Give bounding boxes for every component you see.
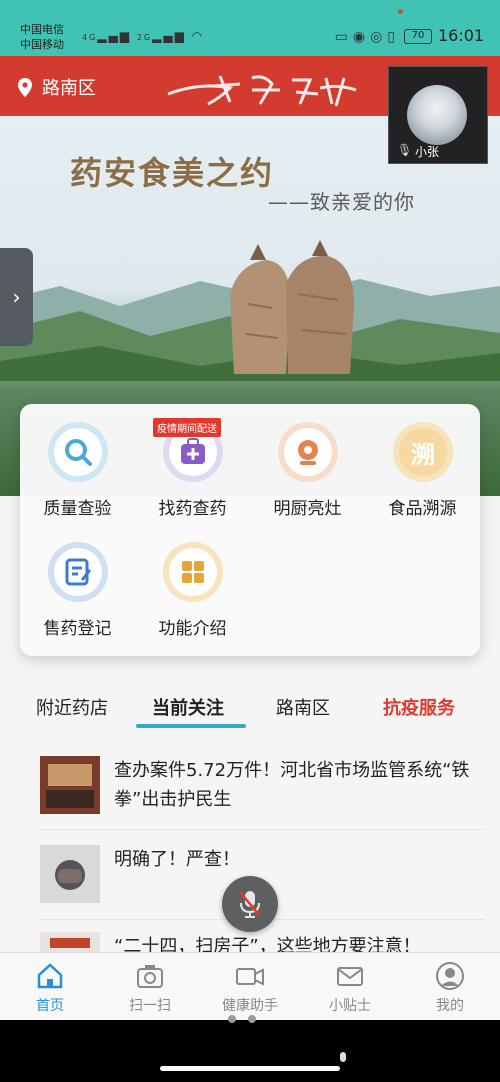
function-label: 食品溯源 — [388, 499, 457, 519]
carrier-info: 中国电信 中国移动 — [20, 22, 64, 52]
grid-icon — [163, 542, 223, 602]
nav-home[interactable]: 首页 — [0, 961, 100, 1015]
nav-label: 我的 — [436, 998, 464, 1014]
tab-epidemic-service[interactable]: 抗疫服务 — [383, 694, 455, 720]
function-find-medicine[interactable]: 疫情期间配送 找药查药 — [135, 404, 250, 524]
signal-icons: 4G▂▄▆ 2G▂▄▆ ◠ — [82, 29, 204, 43]
home-icon — [37, 963, 63, 989]
eye-icon: ◉ — [352, 29, 371, 45]
nav-label: 小贴士 — [329, 998, 371, 1014]
user-icon — [436, 962, 464, 990]
avatar — [407, 85, 467, 145]
notification-dot — [398, 9, 403, 14]
tab-lunan-district[interactable]: 路南区 — [276, 694, 330, 720]
nav-profile[interactable]: 我的 — [400, 961, 500, 1015]
hero-subtitle: ——致亲爱的你 — [268, 190, 415, 214]
mail-icon — [337, 967, 363, 986]
home-gesture-bar[interactable] — [160, 1066, 340, 1071]
carrier-1: 中国电信 — [20, 23, 64, 36]
caller-name: 小张 — [415, 145, 440, 159]
function-grid: 质量查验 疫情期间配送 找药查药 明厨亮灶 溯 食品溯源 售药登记 功能介绍 — [20, 404, 480, 656]
news-tabs: 附近药店 当前关注 路南区 抗疫服务 — [0, 688, 500, 732]
video-call-thumbnail[interactable]: 🎙 小张 — [388, 66, 488, 164]
clock: 16:01 — [438, 26, 485, 45]
cast-icon: ▭ — [334, 29, 353, 45]
trace-glyph: 溯 — [411, 441, 435, 469]
function-label: 找药查药 — [158, 499, 227, 519]
function-introduction[interactable]: 功能介绍 — [135, 524, 250, 644]
news-title: “二十四，扫房子”，这些地方要注意！ — [114, 936, 421, 952]
list-item[interactable]: 查办案件5.72万件！河北省市场监管系统“铁拳”出击护民生 — [40, 744, 484, 830]
function-food-trace[interactable]: 溯 食品溯源 — [365, 404, 480, 524]
location-icon: ◎ — [370, 29, 388, 45]
news-title: 查办案件5.72万件！河北省市场监管系统“铁拳”出击护民生 — [114, 760, 470, 810]
page-indicator — [228, 1008, 278, 1023]
system-icons: ▭◉◎▯ — [335, 29, 400, 45]
vibrate-icon: ▯ — [387, 29, 400, 45]
camera-icon — [137, 965, 163, 988]
news-title: 明确了！严查！ — [114, 849, 240, 870]
function-label: 功能介绍 — [158, 619, 227, 639]
news-thumbnail — [40, 756, 100, 814]
nav-label: 首页 — [36, 998, 64, 1014]
mic-muted-icon: 🎙 — [397, 143, 413, 157]
battery-icon: 70 — [404, 29, 432, 44]
function-label: 售药登记 — [43, 619, 112, 639]
carrier-2: 中国移动 — [20, 38, 64, 51]
signal-bars-2-icon: ▂▄▆ — [152, 29, 186, 43]
tab-nearby-pharmacy[interactable]: 附近药店 — [36, 694, 108, 720]
video-icon — [236, 968, 264, 986]
active-tab-indicator — [136, 724, 246, 728]
chevron-right-icon: › — [12, 285, 21, 309]
function-label: 质量查验 — [43, 499, 112, 519]
news-thumbnail — [40, 845, 100, 903]
nav-scan[interactable]: 扫一扫 — [100, 961, 200, 1015]
news-thumbnail — [40, 932, 100, 952]
tab-current-focus[interactable]: 当前关注 — [152, 694, 224, 720]
rock-formation-illustration — [230, 240, 354, 374]
wifi-icon: ◠ — [191, 29, 205, 43]
indicator-dot — [340, 1052, 346, 1062]
mic-off-icon — [239, 891, 261, 918]
function-quality-check[interactable]: 质量查验 — [20, 404, 135, 524]
function-label: 明厨亮灶 — [273, 499, 342, 519]
nav-label: 扫一扫 — [129, 998, 171, 1014]
delivery-badge: 疫情期间配送 — [153, 418, 221, 437]
search-icon — [48, 422, 108, 482]
voice-assistant-button[interactable] — [222, 876, 278, 932]
signal-1-label: 4G — [82, 33, 98, 42]
hero-title: 药安食美之约 — [70, 154, 275, 192]
nav-health-assistant[interactable]: 健康助手 — [200, 961, 300, 1015]
signal-bars-icon: ▂▄▆ — [97, 29, 131, 43]
status-bar: 中国电信 中国移动 4G▂▄▆ 2G▂▄▆ ◠ ▭◉◎▯ 70 16:01 — [0, 0, 500, 56]
battery-level: 70 — [411, 30, 425, 41]
register-icon — [48, 542, 108, 602]
location-pin-icon[interactable] — [18, 78, 32, 97]
banner-logo — [167, 75, 357, 107]
function-drug-register[interactable]: 售药登记 — [20, 524, 135, 644]
trace-icon: 溯 — [393, 422, 453, 482]
nav-tips[interactable]: 小贴士 — [300, 961, 400, 1015]
signal-2-label: 2G — [136, 33, 153, 42]
side-expand-button[interactable]: › — [0, 248, 33, 346]
function-kitchen-view[interactable]: 明厨亮灶 — [250, 404, 365, 524]
location-selector[interactable]: 路南区 — [42, 74, 96, 100]
camera-eye-icon — [278, 422, 338, 482]
